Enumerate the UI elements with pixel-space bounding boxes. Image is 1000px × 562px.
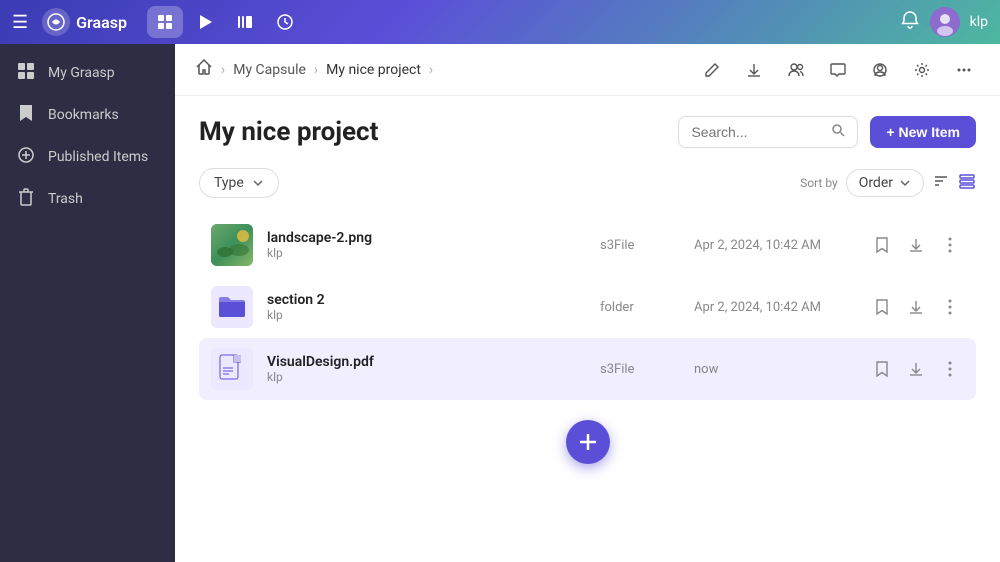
bookmark-icon-0[interactable] — [868, 231, 896, 259]
settings-icon[interactable] — [906, 54, 938, 86]
more-options-icon-1[interactable] — [936, 293, 964, 321]
avatar[interactable] — [930, 7, 960, 37]
sidebar-item-my-graasp[interactable]: My Graasp — [0, 52, 175, 94]
top-nav: ☰ Graasp klp — [0, 0, 1000, 44]
sort-by-label: Sort by — [800, 176, 838, 190]
nav-tab-grid[interactable] — [147, 6, 183, 38]
fab-add-button[interactable] — [566, 420, 610, 464]
item-owner-2: klp — [267, 370, 586, 384]
chat-icon[interactable] — [822, 54, 854, 86]
item-thumb-2 — [211, 348, 253, 390]
nav-tab-library[interactable] — [227, 6, 263, 38]
logo-icon — [42, 8, 70, 36]
item-owner-1: klp — [267, 308, 586, 322]
page-content: My nice project + New Item Type — [175, 96, 1000, 562]
download-header-icon[interactable] — [738, 54, 770, 86]
bookmarks-icon — [16, 104, 36, 126]
search-input[interactable] — [691, 124, 823, 140]
download-icon-0[interactable] — [902, 231, 930, 259]
members-icon[interactable] — [780, 54, 812, 86]
avatar-header-icon[interactable] — [864, 54, 896, 86]
item-info-0: landscape-2.png klp — [267, 230, 586, 260]
item-name-0: landscape-2.png — [267, 230, 586, 246]
item-date-1: Apr 2, 2024, 10:42 AM — [694, 300, 854, 315]
nav-right: klp — [900, 7, 988, 37]
item-actions-1 — [868, 293, 964, 321]
page-header-right: + New Item — [678, 116, 976, 148]
item-info-2: VisualDesign.pdf klp — [267, 354, 586, 384]
item-name-2: VisualDesign.pdf — [267, 354, 586, 370]
new-item-button[interactable]: + New Item — [870, 116, 976, 148]
list-item[interactable]: section 2 klp folder Apr 2, 2024, 10:42 … — [199, 276, 976, 338]
breadcrumb-home[interactable] — [195, 58, 213, 81]
nav-tab-history[interactable] — [267, 6, 303, 38]
more-icon[interactable] — [948, 54, 980, 86]
breadcrumb-project: My nice project — [326, 62, 421, 78]
menu-icon[interactable]: ☰ — [12, 12, 28, 33]
list-view-icon[interactable] — [958, 172, 976, 194]
item-actions-0 — [868, 231, 964, 259]
item-thumb-0 — [211, 224, 253, 266]
nav-tab-play[interactable] — [187, 6, 223, 38]
item-type-0: s3File — [600, 238, 680, 253]
breadcrumb-bar: › My Capsule › My nice project › — [175, 44, 1000, 96]
sidebar-label-my-graasp: My Graasp — [48, 65, 115, 81]
list-item[interactable]: VisualDesign.pdf klp s3File now — [199, 338, 976, 400]
my-graasp-icon — [16, 62, 36, 84]
item-date-0: Apr 2, 2024, 10:42 AM — [694, 238, 854, 253]
sort-dropdown[interactable]: Order — [846, 169, 924, 197]
item-owner-0: klp — [267, 246, 586, 260]
sidebar-label-bookmarks: Bookmarks — [48, 107, 119, 123]
sidebar-item-bookmarks[interactable]: Bookmarks — [0, 94, 175, 136]
download-icon-1[interactable] — [902, 293, 930, 321]
app-logo[interactable]: Graasp — [42, 8, 127, 36]
sidebar-item-published[interactable]: Published Items — [0, 136, 175, 178]
sidebar-item-trash[interactable]: Trash — [0, 178, 175, 220]
sort-direction-icon[interactable] — [932, 172, 950, 194]
breadcrumb-capsule[interactable]: My Capsule — [233, 62, 306, 78]
item-thumb-1 — [211, 286, 253, 328]
sidebar: My Graasp Bookmarks Published Items Tras… — [0, 44, 175, 562]
item-actions-2 — [868, 355, 964, 383]
item-name-1: section 2 — [267, 292, 586, 308]
breadcrumb-sep-3: › — [429, 62, 433, 78]
item-type-1: folder — [600, 300, 680, 315]
breadcrumb-sep-1: › — [221, 62, 225, 78]
filter-bar: Type Sort by Order — [199, 168, 976, 198]
nav-tabs — [147, 6, 303, 38]
item-type-2: s3File — [600, 362, 680, 377]
sidebar-label-trash: Trash — [48, 191, 83, 207]
item-info-1: section 2 klp — [267, 292, 586, 322]
more-options-icon-0[interactable] — [936, 231, 964, 259]
breadcrumb-actions — [696, 54, 980, 86]
main-layout: My Graasp Bookmarks Published Items Tras… — [0, 44, 1000, 562]
username-label: klp — [970, 14, 988, 30]
search-icon — [831, 123, 845, 141]
breadcrumb-sep-2: › — [314, 62, 318, 78]
list-item[interactable]: landscape-2.png klp s3File Apr 2, 2024, … — [199, 214, 976, 276]
type-filter-label: Type — [214, 175, 244, 191]
download-icon-2[interactable] — [902, 355, 930, 383]
sort-bar: Sort by Order — [800, 169, 976, 197]
published-icon — [16, 146, 36, 168]
sidebar-label-published: Published Items — [48, 149, 148, 165]
trash-icon — [16, 188, 36, 210]
page-title: My nice project — [199, 117, 378, 147]
page-header: My nice project + New Item — [199, 116, 976, 148]
type-filter-dropdown[interactable]: Type — [199, 168, 279, 198]
notification-icon[interactable] — [900, 10, 920, 35]
bookmark-icon-2[interactable] — [868, 355, 896, 383]
more-options-icon-2[interactable] — [936, 355, 964, 383]
search-box[interactable] — [678, 116, 858, 148]
content-area: › My Capsule › My nice project › — [175, 44, 1000, 562]
items-list: landscape-2.png klp s3File Apr 2, 2024, … — [199, 214, 976, 400]
app-name: Graasp — [76, 13, 127, 32]
sort-value: Order — [859, 175, 893, 191]
bookmark-icon-1[interactable] — [868, 293, 896, 321]
item-date-2: now — [694, 362, 854, 377]
edit-icon[interactable] — [696, 54, 728, 86]
